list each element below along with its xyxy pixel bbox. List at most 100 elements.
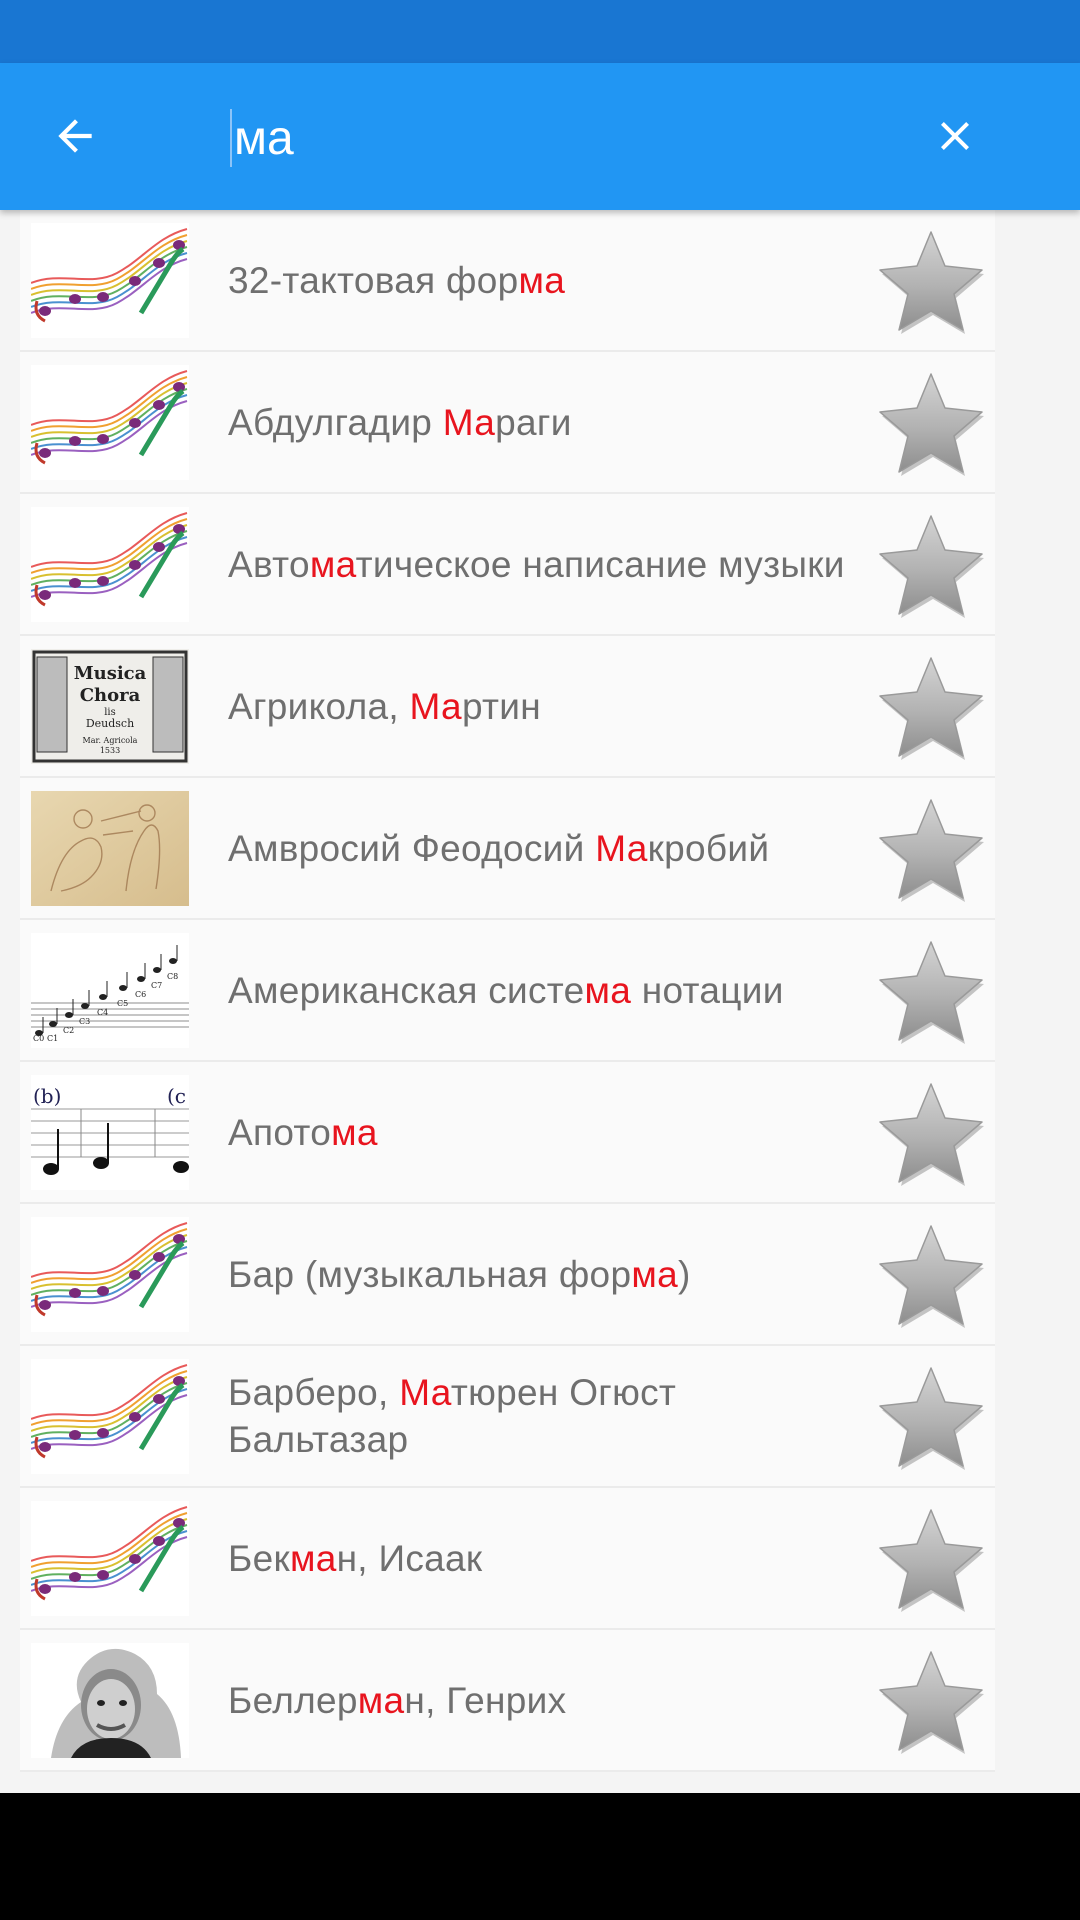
match-highlight: Ма [399,1372,451,1413]
text-cursor [230,109,232,167]
scale-note-label: C2 [63,1026,74,1035]
engraving-line-4: Deudsch [86,717,134,730]
status-bar [0,0,1080,63]
screen: 32-тактовая форма Абдулгадир Мараги [0,0,1080,1920]
result-row[interactable]: 32-тактовая форма [20,210,995,352]
result-title-text: Агрикола, Мартин [228,683,541,730]
search-input[interactable] [234,103,834,173]
results-area: 32-тактовая форма Абдулгадир Мараги Авто… [0,210,1080,1793]
engraving-line-5: Mar. Agricola [83,736,138,745]
result-row[interactable]: Беллерман, Генрих [20,1630,995,1772]
title-suffix: ) [677,1253,691,1295]
favorite-star-button[interactable] [867,1074,995,1194]
result-thumbnail [31,365,189,480]
title-prefix: Бек [228,1537,290,1579]
result-title-text: 32-тактовая форма [228,257,565,304]
back-button[interactable] [40,101,110,171]
engraving-line-2: Chora [80,685,141,706]
match-highlight: ма [289,1537,337,1579]
favorite-star-button[interactable] [867,1500,995,1620]
scale-note-label: C3 [79,1017,90,1026]
favorite-star-button[interactable] [867,1216,995,1336]
star-icon [879,373,984,476]
title-suffix: кробий [647,827,770,869]
result-title: Амвросий Феодосий Макробий [228,778,848,918]
title-prefix: Барберо, [228,1372,400,1413]
result-title: Бар (музыкальная форма) [228,1204,848,1344]
match-highlight: Ма [409,685,462,727]
staff-thumbnail-art: (b) (c [31,1075,189,1190]
result-row[interactable]: Musica Chora lis Deudsch Mar. Agricola 1… [20,636,995,778]
match-highlight: ма [584,969,632,1011]
portrait-thumbnail-art [31,1643,189,1758]
search-app-bar [0,63,1080,210]
match-highlight: ма [331,1111,378,1153]
star-icon [879,1225,984,1328]
result-thumbnail [31,223,189,338]
star-icon [879,231,984,334]
result-title-text: Бар (музыкальная форма) [228,1251,691,1298]
result-title: Американская система нотации [228,920,848,1060]
scale-note-label: C5 [117,999,128,1008]
music-notes-thumbnail-art [31,1217,189,1332]
match-highlight: ма [357,1679,405,1721]
result-title-text: Американская система нотации [228,967,784,1014]
title-prefix: Американская систе [228,969,585,1011]
scale-note-label: C8 [167,972,178,981]
favorite-star-button[interactable] [867,648,995,768]
favorite-star-button[interactable] [867,364,995,484]
favorite-star-button[interactable] [867,1642,995,1762]
result-row[interactable]: Автоматическое написание музыки [20,494,995,636]
match-highlight: ма [309,543,356,585]
result-row[interactable]: Амвросий Феодосий Макробий [20,778,995,920]
result-title-text: Автоматическое написание музыки [228,541,845,588]
result-row[interactable]: Барберо, Матюрен Огюст Бальтазар [20,1346,995,1488]
result-title-text: Беллерман, Генрих [228,1677,566,1724]
result-thumbnail [31,1643,189,1758]
favorite-star-button[interactable] [867,932,995,1052]
title-suffix: ртин [461,685,541,727]
result-title: Апотома [228,1062,848,1202]
star-icon [879,1651,984,1754]
star-icon [879,941,984,1044]
title-prefix: Апото [228,1111,332,1153]
result-row[interactable]: Абдулгадир Мараги [20,352,995,494]
music-notes-thumbnail-art [31,1501,189,1616]
search-results-list: 32-тактовая форма Абдулгадир Мараги Авто… [20,210,995,1772]
result-thumbnail [31,1501,189,1616]
result-row[interactable]: C0 C1 C2 C3 C4 C5 C6 C7 C8 Американская система … [20,920,995,1062]
arrow-left-icon [58,119,92,153]
result-row[interactable]: (b) (c Апотома [20,1062,995,1204]
title-prefix: Агрикола, [228,685,410,727]
result-title: 32-тактовая форма [228,210,848,350]
title-prefix: 32-тактовая фор [228,259,519,301]
favorite-star-button[interactable] [867,222,995,342]
result-title-text: Барберо, Матюрен Огюст Бальтазар [228,1369,848,1463]
music-notes-thumbnail-art [31,507,189,622]
staff-label-c: (c [167,1084,186,1108]
star-icon [879,1509,984,1612]
favorite-star-button[interactable] [867,506,995,626]
favorite-star-button[interactable] [867,1358,995,1478]
engraving-thumbnail-art: Musica Chora lis Deudsch Mar. Agricola 1… [31,649,189,764]
match-highlight: Ма [442,401,496,443]
star-icon [879,1367,984,1470]
music-notes-thumbnail-art [31,1359,189,1474]
result-row[interactable]: Бекман, Исаак [20,1488,995,1630]
result-row[interactable]: Бар (музыкальная форма) [20,1204,995,1346]
search-box[interactable] [230,93,870,183]
scale-note-label: C0 [33,1034,44,1043]
title-prefix: Амвросий Феодосий [228,827,596,869]
star-icon [879,799,984,902]
result-thumbnail: Musica Chora lis Deudsch Mar. Agricola 1… [31,649,189,764]
title-prefix: Авто [228,543,310,585]
title-suffix: тическое написание музыки [355,543,845,585]
navigation-bar [0,1793,1080,1920]
notation-scale-thumbnail-art: C0 C1 C2 C3 C4 C5 C6 C7 C8 [31,933,189,1048]
title-suffix: н, Генрих [404,1679,567,1721]
favorite-star-button[interactable] [867,790,995,910]
staff-label-b: (b) [33,1084,61,1108]
title-suffix: нотации [631,969,784,1011]
title-suffix: н, Исаак [336,1537,483,1579]
clear-search-button[interactable] [920,101,990,171]
